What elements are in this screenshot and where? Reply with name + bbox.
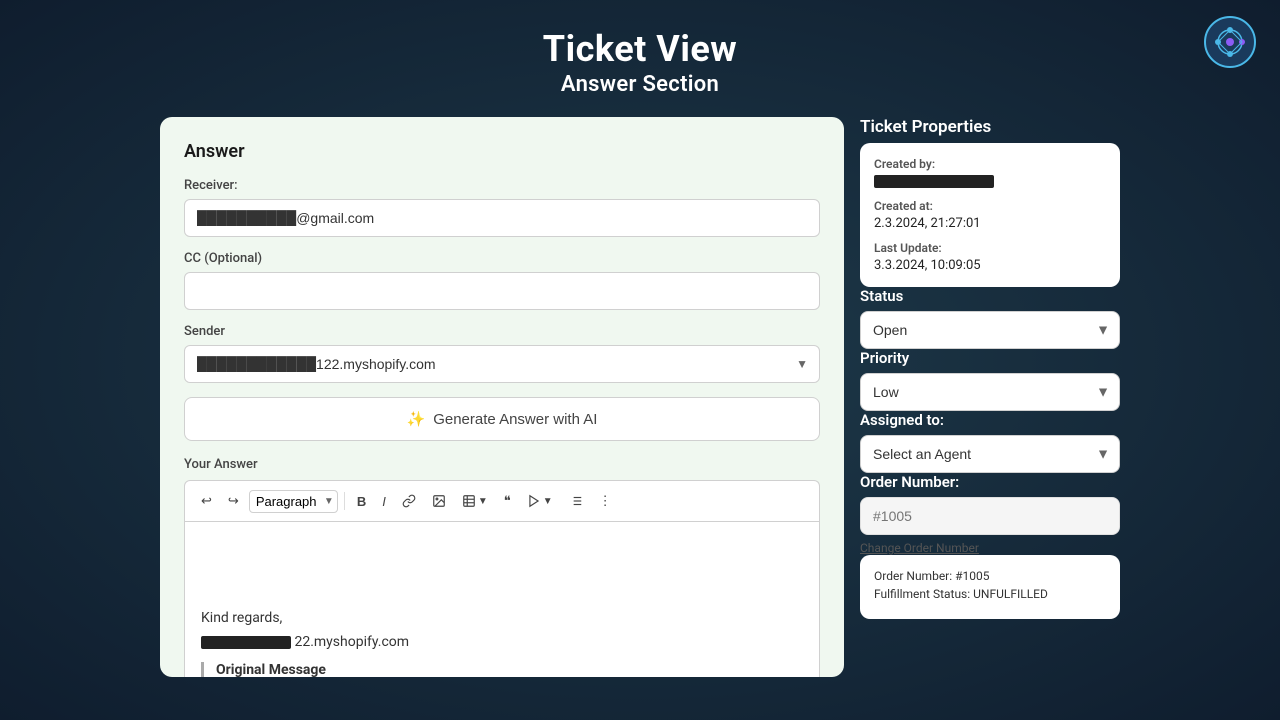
image-button[interactable] [426, 490, 452, 512]
created-by-label: Created by: [874, 157, 1106, 171]
generate-ai-button[interactable]: ✨ Generate Answer with AI [184, 397, 820, 441]
status-dropdown-wrapper: Open Closed Pending ▼ [860, 311, 1120, 349]
change-order-link[interactable]: Change Order Number [860, 541, 1120, 555]
receiver-label: Receiver: [184, 178, 820, 193]
editor-toolbar: ↩ ↪ Paragraph Heading 1 Heading 2 ▼ B I [184, 480, 820, 521]
status-select[interactable]: Open Closed Pending [860, 311, 1120, 349]
editor-area[interactable]: Kind regards, 22.myshopify.com Original … [184, 521, 820, 677]
original-message-box: Original Message From: mail.com [201, 662, 803, 677]
main-content: Answer Receiver: CC (Optional) Sender ██… [160, 117, 1120, 677]
sender-wrapper: ████████████122.myshopify.com ▼ [184, 345, 820, 383]
sender-label: Sender [184, 324, 820, 339]
assigned-section: Assigned to: Select an Agent ▼ [860, 411, 1120, 473]
your-answer-label: Your Answer [184, 457, 820, 472]
video-button[interactable]: ▼ [521, 490, 559, 512]
sender-select[interactable]: ████████████122.myshopify.com [184, 345, 820, 383]
link-button[interactable] [396, 490, 422, 512]
last-update-label: Last Update: [874, 241, 1106, 255]
answer-panel: Answer Receiver: CC (Optional) Sender ██… [160, 117, 844, 677]
paragraph-wrapper: Paragraph Heading 1 Heading 2 ▼ [249, 490, 338, 513]
order-number-input[interactable] [860, 497, 1120, 535]
cc-input[interactable] [184, 272, 820, 310]
priority-dropdown-wrapper: Low Medium High ▼ [860, 373, 1120, 411]
table-button[interactable]: ▼ [456, 490, 494, 512]
paragraph-select[interactable]: Paragraph Heading 1 Heading 2 [249, 490, 338, 513]
priority-section: Priority Low Medium High ▼ [860, 349, 1120, 411]
status-section: Status Open Closed Pending ▼ [860, 287, 1120, 349]
app-logo [1204, 16, 1256, 68]
cc-label: CC (Optional) [184, 251, 820, 266]
original-message-title: Original Message [216, 662, 803, 677]
created-by-value [874, 174, 1106, 189]
generate-btn-label: Generate Answer with AI [433, 411, 597, 428]
priority-select[interactable]: Low Medium High [860, 373, 1120, 411]
order-details-card: Order Number: #1005 Fulfillment Status: … [860, 555, 1120, 619]
editor-content [201, 538, 803, 598]
answer-title: Answer [184, 141, 820, 162]
properties-title: Ticket Properties [860, 117, 1120, 143]
redo-button[interactable]: ↪ [222, 489, 245, 513]
created-at-label: Created at: [874, 199, 1106, 213]
order-number-section: Order Number: Change Order Number [860, 473, 1120, 555]
quote-button[interactable]: ❝ [498, 489, 517, 513]
agent-dropdown-wrapper: Select an Agent ▼ [860, 435, 1120, 473]
more-button[interactable]: ⋮ [593, 489, 618, 513]
undo-button[interactable]: ↩ [195, 489, 218, 513]
page-title: Ticket View [0, 28, 1280, 70]
ticket-meta-card: Created by: Created at: 2.3.2024, 21:27:… [860, 143, 1120, 287]
agent-select[interactable]: Select an Agent [860, 435, 1120, 473]
assigned-title: Assigned to: [860, 411, 1120, 429]
bold-button[interactable]: B [351, 490, 372, 513]
status-title: Status [860, 287, 1120, 305]
sender-signature: 22.myshopify.com [201, 634, 803, 650]
order-detail-number: Order Number: #1005 [874, 569, 1106, 583]
ai-icon: ✨ [407, 410, 426, 428]
page-header: Ticket View Answer Section [0, 0, 1280, 117]
separator-1 [344, 492, 345, 510]
last-update-value: 3.3.2024, 10:09:05 [874, 258, 1106, 273]
sender-domain-text: 22.myshopify.com [291, 634, 409, 650]
priority-title: Priority [860, 349, 1120, 367]
italic-button[interactable]: I [376, 490, 392, 513]
page-subtitle: Answer Section [0, 72, 1280, 97]
order-number-title: Order Number: [860, 473, 1120, 491]
receiver-input[interactable] [184, 199, 820, 237]
properties-container: Ticket Properties Created by: Created at… [860, 117, 1120, 677]
order-detail-fulfillment: Fulfillment Status: UNFULFILLED [874, 587, 1106, 601]
created-at-value: 2.3.2024, 21:27:01 [874, 216, 1106, 231]
kind-regards-text: Kind regards, [201, 610, 803, 626]
list-button[interactable] [563, 490, 589, 512]
